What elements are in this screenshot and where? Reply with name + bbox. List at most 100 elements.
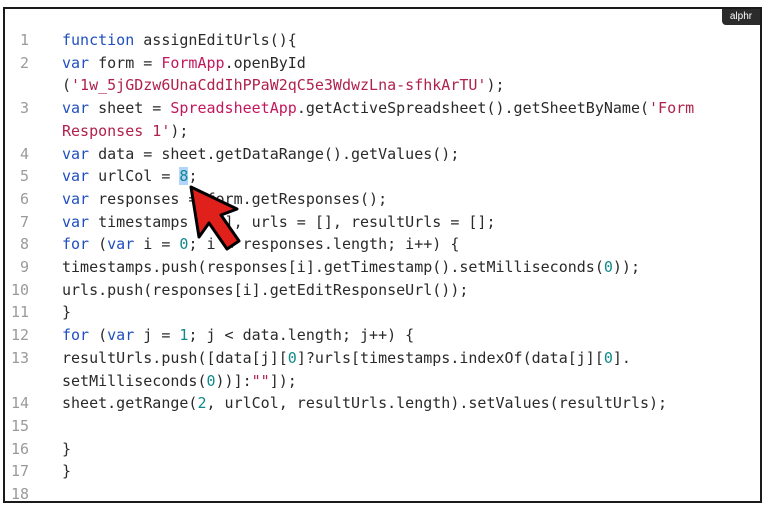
code-token: var <box>107 235 135 254</box>
alphr-badge: alphr <box>722 9 760 25</box>
code-line[interactable]: 4 var data = sheet.getDataRange().getValu… <box>5 143 760 166</box>
code-line[interactable]: 16} <box>5 438 760 461</box>
code-line[interactable]: Responses 1'); <box>5 120 760 143</box>
code-token: sheet.getRange( <box>62 394 198 413</box>
code-screenshot-frame: alphr 1 function assignEditUrls(){2 var fo… <box>3 7 762 503</box>
code-text[interactable] <box>62 415 760 438</box>
code-token: SpreadsheetApp <box>170 99 297 118</box>
code-token: for <box>62 235 90 254</box>
code-token: ]?urls[timestamps.indexOf(data[j][ <box>296 348 604 367</box>
code-token: var <box>62 212 90 231</box>
line-number: 11 <box>10 303 29 322</box>
line-number: 12 <box>10 326 29 345</box>
code-line[interactable]: 11} <box>5 301 760 324</box>
code-token: j = <box>134 326 180 345</box>
line-number: 13 <box>10 348 29 367</box>
code-text[interactable]: var form = FormApp.openById <box>62 52 760 75</box>
line-number: 10 <box>10 280 29 299</box>
line-number: 6 <box>19 189 29 208</box>
code-token: 0 <box>603 258 613 277</box>
code-line[interactable]: 14 sheet.getRange(2, urlCol, resultUrls.l… <box>5 392 760 415</box>
code-token: FormApp <box>161 53 225 72</box>
code-line[interactable]: 15 <box>5 415 760 438</box>
code-token: var <box>62 144 90 163</box>
line-number: 7 <box>19 212 29 231</box>
code-token: i = <box>134 235 180 254</box>
code-token: ]); <box>269 371 297 390</box>
code-text[interactable]: for (var j = 1; j < data.length; j++) { <box>62 324 760 347</box>
code-line[interactable]: 2 var form = FormApp.openById <box>5 52 760 75</box>
code-token: timestamps.push(responses[i].getTimestam… <box>62 258 604 277</box>
code-token: , urlCol, resultUrls.length).setValues(r… <box>206 394 668 413</box>
line-number: 3 <box>19 99 29 118</box>
code-line[interactable]: 13 resultUrls.push([data[j][0]?urls[times… <box>5 347 760 370</box>
code-text[interactable]: setMilliseconds(0))]:""]); <box>62 370 760 393</box>
code-text[interactable]: timestamps.push(responses[i].getTimestam… <box>62 256 760 279</box>
code-text[interactable]: urls.push(responses[i].getEditResponseUr… <box>62 279 760 302</box>
line-number: 18 <box>10 485 29 503</box>
code-text[interactable]: sheet.getRange(2, urlCol, resultUrls.len… <box>62 392 760 415</box>
code-token: .openById <box>224 53 306 72</box>
code-text[interactable]: var responses = form.getResponses(); <box>62 188 760 211</box>
line-number: 8 <box>19 235 29 254</box>
code-token: urlCol = <box>89 167 180 186</box>
code-text[interactable]: var urlCol = 8; <box>62 165 760 188</box>
code-line[interactable]: 18 <box>5 483 760 503</box>
code-token: timestamps = [], urls = [], resultUrls =… <box>89 212 496 231</box>
line-number: 14 <box>10 394 29 413</box>
red-arrow-icon <box>189 185 241 251</box>
code-token: ( <box>89 235 108 254</box>
code-text[interactable]: var sheet = SpreadsheetApp.getActiveSpre… <box>62 97 760 120</box>
code-token: "" <box>251 371 270 390</box>
code-line[interactable]: 6 var responses = form.getResponses(); <box>5 188 760 211</box>
code-text[interactable]: ('1w_5jGDzw6UnaCddIhPPaW2qC5e3WdwzLna-sf… <box>62 74 760 97</box>
code-line[interactable]: 3 var sheet = SpreadsheetApp.getActiveSpr… <box>5 97 760 120</box>
line-number <box>5 74 62 97</box>
code-token: setMilliseconds( <box>62 371 207 390</box>
code-token: } <box>62 303 72 322</box>
code-text[interactable] <box>62 483 760 501</box>
code-token: 0 <box>603 348 613 367</box>
code-text[interactable]: function assignEditUrls(){ <box>62 29 760 52</box>
code-token: for <box>62 326 90 345</box>
code-token: ))]: <box>215 371 252 390</box>
code-line[interactable]: 8 for (var i = 0; i < responses.length; i… <box>5 233 760 256</box>
line-number: 5 <box>19 167 29 186</box>
line-number: 1 <box>19 31 29 49</box>
code-text[interactable]: } <box>62 301 760 324</box>
line-number: 4 <box>19 144 29 163</box>
code-token: var <box>62 99 90 118</box>
code-text[interactable]: for (var i = 0; i < responses.length; i+… <box>62 233 760 256</box>
code-line[interactable]: 5 var urlCol = 8; <box>5 165 760 188</box>
code-text[interactable]: var data = sheet.getDataRange().getValue… <box>62 143 760 166</box>
code-token: ; <box>188 167 198 186</box>
code-token: assignEditUrls(){ <box>134 31 297 49</box>
code-token: 'Form <box>649 99 695 118</box>
code-token: Responses 1' <box>62 121 171 140</box>
code-token: )); <box>612 258 640 277</box>
code-token: ); <box>486 76 505 95</box>
code-token: } <box>62 462 72 481</box>
code-line[interactable]: ('1w_5jGDzw6UnaCddIhPPaW2qC5e3WdwzLna-sf… <box>5 74 760 97</box>
code-line[interactable]: 1 function assignEditUrls(){ <box>5 29 760 52</box>
line-number: 16 <box>10 439 29 458</box>
code-token: '1w_5jGDzw6UnaCddIhPPaW2qC5e3WdwzLna-sfh… <box>71 76 487 95</box>
code-line[interactable]: 17} <box>5 460 760 483</box>
code-editor[interactable]: 1 function assignEditUrls(){2 var form = F… <box>5 29 760 503</box>
code-token: var <box>62 53 90 72</box>
code-line[interactable]: 7 var timestamps = [], urls = [], resultU… <box>5 211 760 234</box>
code-text[interactable]: var timestamps = [], urls = [], resultUr… <box>62 211 760 234</box>
code-token: sheet = <box>89 99 171 118</box>
code-token: .getActiveSpreadsheet().getSheetByName( <box>296 99 650 118</box>
code-text[interactable]: } <box>62 438 760 461</box>
code-line[interactable]: 9 timestamps.push(responses[i].getTimesta… <box>5 256 760 279</box>
code-line[interactable]: setMilliseconds(0))]:""]); <box>5 370 760 393</box>
code-text[interactable]: Responses 1'); <box>62 120 760 143</box>
code-text[interactable]: } <box>62 460 760 483</box>
code-token: 0 <box>287 348 297 367</box>
line-number: 9 <box>19 258 29 277</box>
code-token: } <box>62 439 72 458</box>
code-text[interactable]: resultUrls.push([data[j][0]?urls[timesta… <box>62 347 760 370</box>
code-line[interactable]: 12 for (var j = 1; j < data.length; j++) … <box>5 324 760 347</box>
code-line[interactable]: 10 urls.push(responses[i].getEditResponse… <box>5 279 760 302</box>
